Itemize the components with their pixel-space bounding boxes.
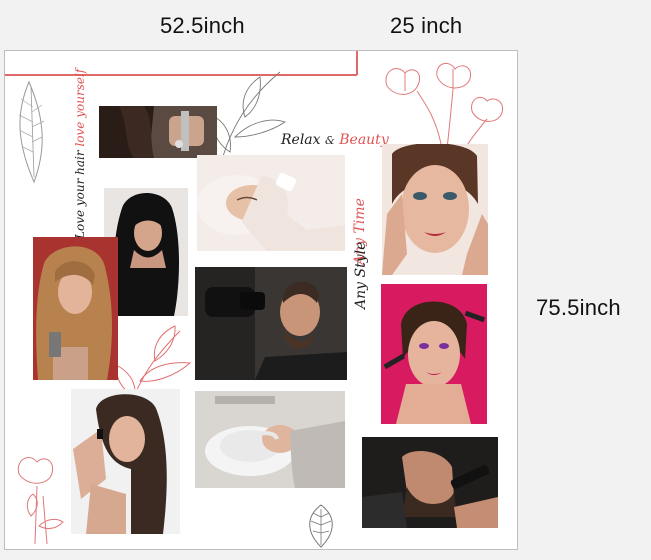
relax-word: Relax xyxy=(281,132,321,148)
leaf-decoration-top-left xyxy=(18,80,45,184)
photo-beard-trimming xyxy=(362,437,498,528)
love-your-hair-part: Love your hair xyxy=(73,150,87,239)
photo-hair-washing xyxy=(195,391,345,488)
width-label-left: 52.5inch xyxy=(160,13,245,38)
height-label: 75.5inch xyxy=(536,295,621,320)
love-your-hair-text: Love your hair love yourself xyxy=(73,69,87,239)
guide-line-vertical xyxy=(356,51,358,75)
ampersand: & xyxy=(325,134,335,147)
guide-line-horizontal xyxy=(5,74,357,76)
flower-decoration-top-right xyxy=(385,62,503,150)
photo-woman-glam-makeup xyxy=(382,144,488,275)
photo-woman-blonde-hair xyxy=(33,237,118,380)
love-yourself-part: love yourself xyxy=(73,68,87,147)
relax-beauty-text: Relax & Beauty xyxy=(281,132,389,148)
design-canvas: Love your hair love yourself Relax & Bea… xyxy=(4,50,518,550)
photo-woman-pink-makeup xyxy=(381,284,487,424)
photo-woman-makeup-dark xyxy=(71,389,180,534)
photo-facial-treatment xyxy=(197,155,345,251)
any-style-text: Any Style xyxy=(353,241,369,309)
photo-barber-dryer xyxy=(195,267,347,380)
leaf-decoration-bottom-center xyxy=(309,504,333,548)
width-label-right: 25 inch xyxy=(390,13,463,38)
photo-hair-cutting xyxy=(99,106,217,158)
